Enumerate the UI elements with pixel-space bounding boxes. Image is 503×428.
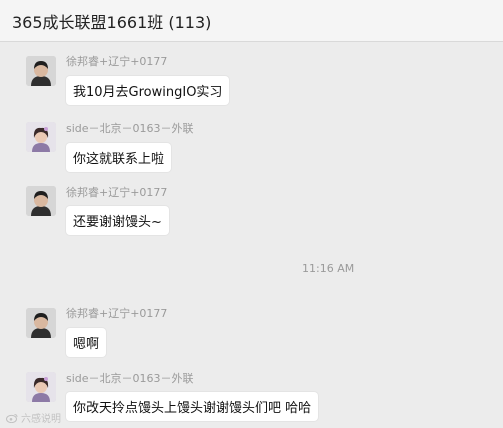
chat-header: 365成长联盟1661班 (113) [0, 0, 503, 42]
boy-avatar[interactable] [26, 186, 56, 216]
boy-avatar[interactable] [26, 56, 56, 86]
girl-avatar[interactable] [26, 122, 56, 152]
message-bubble: 我10月去GrowingIO实习 [66, 76, 230, 105]
chat-title: 365成长联盟1661班 (113) [12, 13, 212, 32]
watermark-text: 六感说明 [21, 414, 61, 425]
boy-avatar[interactable] [26, 308, 56, 338]
message-bubble: 嗯啊 [66, 328, 107, 357]
sender-name: side－北京－0163－外联 [66, 122, 194, 135]
message-bubble: 你这就联系上啦 [66, 143, 172, 172]
weibo-icon [6, 414, 18, 423]
sender-name: 徐邦睿+辽宁+0177 [66, 55, 168, 68]
timestamp-text: 11:16 AM [302, 262, 355, 275]
sender-name: 徐邦睿+辽宁+0177 [66, 186, 168, 199]
message-bubble: 你改天拎点馒头上馒头谢谢馒头们吧 哈哈 [66, 392, 319, 421]
girl-avatar[interactable] [26, 372, 56, 402]
watermark: 六感说明 [6, 410, 61, 425]
sender-name: 徐邦睿+辽宁+0177 [66, 307, 168, 320]
sender-name: side－北京－0163－外联 [66, 372, 194, 385]
message-bubble: 还要谢谢馒头~ [66, 206, 169, 235]
